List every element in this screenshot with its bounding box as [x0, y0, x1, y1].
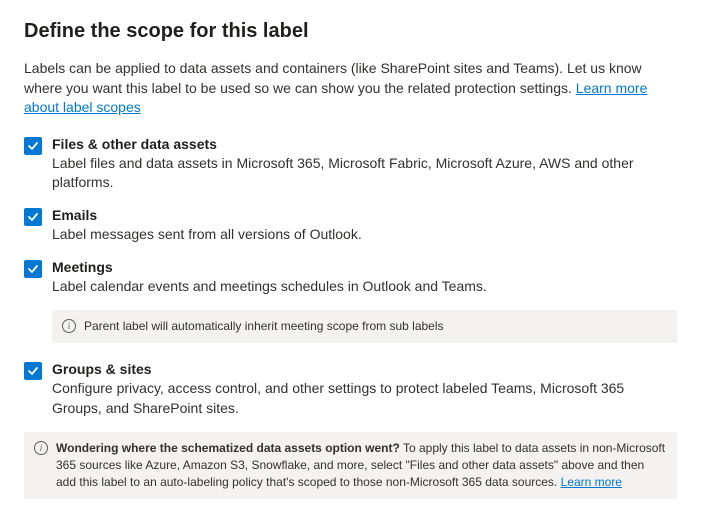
info-icon: i — [62, 319, 76, 333]
check-icon — [27, 365, 39, 377]
page-title: Define the scope for this label — [24, 20, 677, 43]
option-meetings: Meetings Label calendar events and meeti… — [24, 259, 677, 297]
checkbox-groups[interactable] — [24, 362, 42, 380]
option-files-label: Files & other data assets — [52, 136, 677, 152]
bottom-info-banner: i Wondering where the schematized data a… — [24, 432, 677, 498]
option-groups-desc: Configure privacy, access control, and o… — [52, 379, 677, 418]
check-icon — [27, 263, 39, 275]
learn-more-bottom-link[interactable]: Learn more — [561, 475, 622, 489]
bottom-info-bold: Wondering where the schematized data ass… — [56, 441, 400, 455]
bottom-info-text: Wondering where the schematized data ass… — [56, 440, 667, 490]
option-groups-label: Groups & sites — [52, 361, 677, 377]
option-meetings-label: Meetings — [52, 259, 677, 275]
checkbox-files[interactable] — [24, 137, 42, 155]
checkbox-emails[interactable] — [24, 208, 42, 226]
checkbox-meetings[interactable] — [24, 260, 42, 278]
option-groups: Groups & sites Configure privacy, access… — [24, 361, 677, 418]
intro-text: Labels can be applied to data assets and… — [24, 59, 677, 118]
intro-body: Labels can be applied to data assets and… — [24, 60, 642, 96]
check-icon — [27, 211, 39, 223]
option-emails-desc: Label messages sent from all versions of… — [52, 225, 677, 245]
option-emails: Emails Label messages sent from all vers… — [24, 207, 677, 245]
option-files: Files & other data assets Label files an… — [24, 136, 677, 193]
option-emails-label: Emails — [52, 207, 677, 223]
check-icon — [27, 140, 39, 152]
info-icon: i — [34, 441, 48, 455]
meetings-info-banner: i Parent label will automatically inheri… — [52, 310, 677, 343]
meetings-info-text: Parent label will automatically inherit … — [84, 318, 444, 335]
option-meetings-desc: Label calendar events and meetings sched… — [52, 277, 677, 297]
option-files-desc: Label files and data assets in Microsoft… — [52, 154, 677, 193]
